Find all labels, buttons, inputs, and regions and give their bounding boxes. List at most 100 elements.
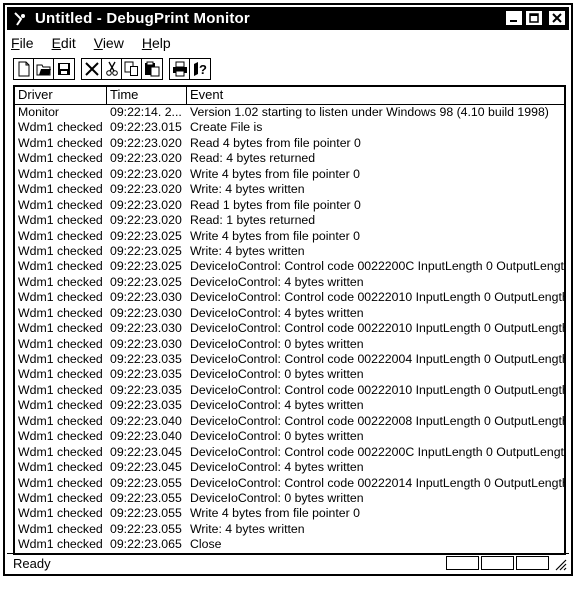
event-cell: DeviceIoControl: Control code 00222014 I… (190, 475, 564, 490)
driver-cell: Monitor (18, 105, 60, 119)
driver-cell: Wdm1 checked (18, 197, 103, 212)
table-row[interactable]: Monitor 09:22:14. 2... Version 1.02 starti… (15, 105, 564, 120)
driver-cell: Wdm1 checked (18, 259, 103, 274)
event-cell: DeviceIoControl: 4 bytes written (190, 398, 364, 413)
table-row[interactable]: Wdm1 checked 09:22:23.020 Read: 4 bytes re… (15, 151, 564, 166)
status-bar: Ready (7, 553, 569, 572)
table-row[interactable]: Wdm1 checked 09:22:23.065 Close (15, 537, 564, 552)
event-cell: DeviceIoControl: 0 bytes written (190, 490, 364, 505)
table-row[interactable]: Wdm1 checked 09:22:23.015 Create File is (15, 120, 564, 135)
event-cell: Read 4 bytes from file pointer 0 (190, 135, 361, 150)
time-cell: 09:22:23.045 (110, 460, 182, 475)
driver-cell: Wdm1 checked (18, 475, 103, 490)
table-row[interactable]: Wdm1 checked 09:22:23.040 DeviceIoControl:… (15, 429, 564, 444)
table-row[interactable]: Wdm1 checked 09:22:23.045 DeviceIoControl:… (15, 460, 564, 475)
list-header: Driver Time Event (15, 87, 564, 105)
new-file-icon (18, 61, 29, 77)
column-header-time[interactable]: Time (107, 87, 187, 104)
table-row[interactable]: Wdm1 checked 09:22:23.020 Read 4 bytes fro… (15, 136, 564, 151)
open-button[interactable] (34, 59, 54, 79)
table-row[interactable]: Wdm1 checked 09:22:23.030 DeviceIoControl:… (15, 306, 564, 321)
maximize-icon (529, 13, 539, 23)
cut-icon (105, 61, 118, 76)
time-cell: 09:22:23.035 (110, 382, 182, 397)
driver-cell: Wdm1 checked (18, 490, 103, 505)
event-cell: Read 1 bytes from file pointer 0 (190, 197, 361, 212)
table-row[interactable]: Wdm1 checked 09:22:23.025 Write 4 bytes fr… (15, 229, 564, 244)
table-row[interactable]: Wdm1 checked 09:22:23.035 DeviceIoControl:… (15, 383, 564, 398)
time-cell: 09:22:23.035 (110, 398, 182, 413)
table-row[interactable]: Wdm1 checked 09:22:23.035 DeviceIoControl:… (15, 398, 564, 413)
event-cell: Write: 4 bytes written (190, 182, 305, 197)
menu-view[interactable]: View (94, 35, 124, 53)
table-row[interactable]: Wdm1 checked 09:22:23.025 DeviceIoControl:… (15, 259, 564, 274)
column-header-event[interactable]: Event (187, 87, 564, 104)
delete-button[interactable] (82, 59, 102, 79)
event-cell: DeviceIoControl: 0 bytes written (190, 336, 364, 351)
resize-grip-icon[interactable] (553, 557, 567, 571)
table-row[interactable]: Wdm1 checked 09:22:23.055 Write 4 bytes fr… (15, 506, 564, 521)
menu-file[interactable]: File (11, 35, 34, 53)
print-button[interactable] (170, 59, 190, 79)
event-cell: DeviceIoControl: 0 bytes written (190, 429, 364, 444)
app-icon[interactable] (11, 10, 29, 28)
event-cell: Write 4 bytes from file pointer 0 (190, 228, 360, 243)
menu-help[interactable]: Help (142, 35, 171, 53)
event-cell: Write 4 bytes from file pointer 0 (190, 506, 360, 521)
table-row[interactable]: Wdm1 checked 09:22:23.045 DeviceIoControl:… (15, 445, 564, 460)
table-row[interactable]: Wdm1 checked 09:22:23.025 Write: 4 bytes w… (15, 244, 564, 259)
event-cell: Write: 4 bytes written (190, 243, 305, 258)
time-cell: 09:22:14. 2... (110, 105, 182, 119)
driver-cell: Wdm1 checked (18, 305, 103, 320)
time-cell: 09:22:23.040 (110, 429, 182, 444)
table-row[interactable]: Wdm1 checked 09:22:23.020 Write: 4 bytes w… (15, 182, 564, 197)
table-row[interactable]: Wdm1 checked 09:22:23.020 Read 1 bytes fro… (15, 198, 564, 213)
cut-button[interactable] (102, 59, 122, 79)
time-cell: 09:22:23.065 (110, 537, 182, 552)
table-row[interactable]: Wdm1 checked 09:22:23.020 Read: 1 bytes re… (15, 213, 564, 228)
menu-edit[interactable]: Edit (52, 35, 76, 53)
column-header-driver[interactable]: Driver (15, 87, 107, 104)
driver-cell: Wdm1 checked (18, 413, 103, 428)
time-cell: 09:22:23.030 (110, 305, 182, 320)
paste-button[interactable] (142, 59, 162, 79)
title-bar[interactable]: Untitled - DebugPrint Monitor (7, 7, 569, 30)
table-row[interactable]: Wdm1 checked 09:22:23.055 DeviceIoControl:… (15, 491, 564, 506)
list-body: Monitor 09:22:14. 2... Version 1.02 starti… (15, 105, 564, 553)
maximize-button[interactable] (525, 10, 543, 26)
driver-cell: Wdm1 checked (18, 336, 103, 351)
table-row[interactable]: Wdm1 checked 09:22:23.030 DeviceIoControl:… (15, 337, 564, 352)
new-button[interactable] (14, 59, 34, 79)
event-cell: DeviceIoControl: Control code 00222010 I… (190, 382, 564, 397)
table-row[interactable]: Wdm1 checked 09:22:23.040 DeviceIoControl:… (15, 414, 564, 429)
event-cell: DeviceIoControl: 0 bytes written (190, 367, 364, 382)
table-row[interactable]: Wdm1 checked 09:22:23.035 DeviceIoControl:… (15, 367, 564, 382)
table-row[interactable]: Wdm1 checked 09:22:23.030 DeviceIoControl:… (15, 321, 564, 336)
driver-cell: Wdm1 checked (18, 228, 103, 243)
time-cell: 09:22:23.020 (110, 135, 182, 150)
save-button[interactable] (54, 59, 74, 79)
table-row[interactable]: Wdm1 checked 09:22:23.030 DeviceIoControl:… (15, 290, 564, 305)
driver-cell: Wdm1 checked (18, 213, 103, 228)
table-row[interactable]: Wdm1 checked 09:22:23.020 Write 4 bytes fr… (15, 167, 564, 182)
table-row[interactable]: Wdm1 checked 09:22:23.035 DeviceIoControl:… (15, 352, 564, 367)
event-cell: DeviceIoControl: Control code 0022200C I… (190, 444, 564, 459)
event-cell: DeviceIoControl: Control code 0022200C I… (190, 259, 564, 274)
minimize-button[interactable] (505, 10, 523, 26)
driver-cell: Wdm1 checked (18, 352, 103, 366)
table-row[interactable]: Wdm1 checked 09:22:23.025 DeviceIoControl:… (15, 275, 564, 290)
status-pane (481, 556, 514, 570)
time-cell: 09:22:23.020 (110, 213, 182, 228)
time-cell: 09:22:23.025 (110, 243, 182, 258)
time-cell: 09:22:23.020 (110, 151, 182, 166)
table-row[interactable]: Wdm1 checked 09:22:23.055 Write: 4 bytes w… (15, 522, 564, 537)
table-row[interactable]: Wdm1 checked 09:22:23.055 DeviceIoControl:… (15, 476, 564, 491)
status-text: Ready (13, 555, 51, 571)
close-button[interactable] (548, 10, 566, 26)
close-icon (552, 13, 562, 23)
event-cell: Write: 4 bytes written (190, 521, 305, 536)
help-button[interactable]: ? (190, 59, 210, 79)
event-list[interactable]: Driver Time Event Monitor 09:22:14. 2... V… (13, 85, 566, 555)
driver-cell: Wdm1 checked (18, 382, 103, 397)
copy-button[interactable] (122, 59, 142, 79)
